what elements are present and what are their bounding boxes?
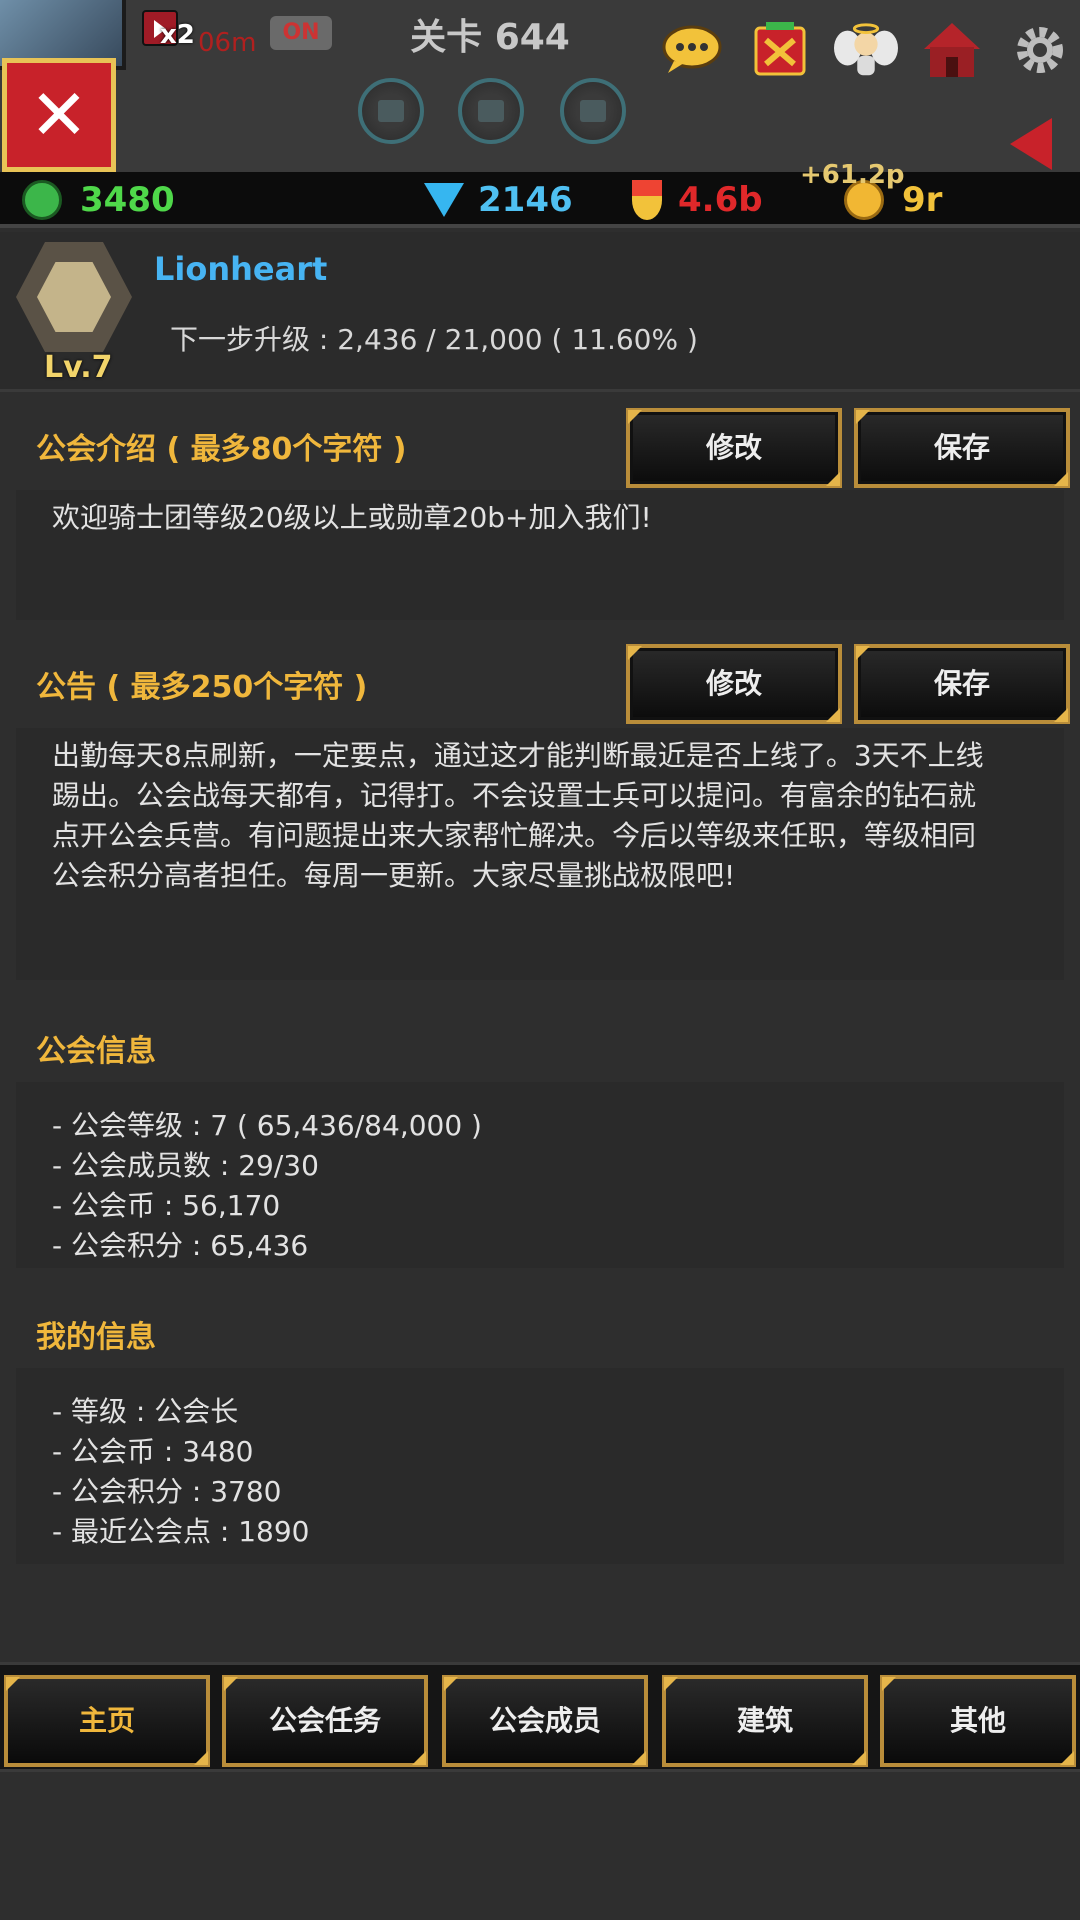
intro-save-button[interactable]: 保存	[854, 408, 1070, 488]
top-bar: x2 06m ON 关卡 644 ✕	[0, 0, 1080, 172]
gem-icon	[424, 183, 464, 217]
guild-header: Lv.7 Lionheart 下一步升级 : 2,436 / 21,000 ( …	[0, 232, 1080, 392]
tab-other[interactable]: 其他	[880, 1675, 1076, 1767]
notice-line: 公会积分高者担任。每周一更新。大家尽量挑战极限吧!	[52, 859, 736, 892]
notice-save-button[interactable]: 保存	[854, 644, 1070, 724]
house-icon[interactable]	[920, 18, 984, 82]
guild-info-line: - 公会成员数 : 29/30	[52, 1149, 319, 1182]
tab-guild-members[interactable]: 公会成员	[442, 1675, 648, 1767]
my-info-line: - 公会币 : 3480	[52, 1435, 254, 1468]
my-info-line: - 最近公会点 : 1890	[52, 1515, 310, 1548]
notice-text: 出勤每天8点刷新，一定要点，通过这才能判断最近是否上线了。3天不上线 踢出。公会…	[52, 736, 1052, 896]
stage-label: 关卡 644	[410, 17, 570, 58]
resource-bar: 3480 2146 4.6b 9r	[0, 172, 1080, 228]
medal-counter: 4.6b	[632, 172, 763, 228]
guild-progress: 下一步升级 : 2,436 / 21,000 ( 11.60% )	[170, 323, 698, 356]
notice-line: 踢出。公会战每天都有，记得打。不会设置士兵可以提问。有富余的钻石就	[52, 779, 977, 812]
coin-icon	[22, 180, 62, 220]
bottom-tab-bar: 主页 公会任务 公会成员 建筑 其他	[0, 1662, 1080, 1772]
speed-timer: 06m	[198, 28, 257, 58]
guild-info-line: - 公会币 : 56,170	[52, 1189, 281, 1222]
medal-value: 4.6b	[678, 180, 763, 220]
guild-level: Lv.7	[44, 350, 113, 385]
gear-icon[interactable]	[1008, 18, 1072, 82]
notice-title: 公告 ( 最多250个字符 )	[36, 670, 368, 705]
coin-value: 3480	[80, 180, 175, 220]
intro-title: 公会介绍 ( 最多80个字符 )	[36, 432, 407, 467]
medal-icon	[632, 180, 662, 220]
close-button[interactable]: ✕	[2, 58, 116, 172]
speed-multiplier: x2	[160, 20, 195, 50]
chat-icon[interactable]	[660, 18, 724, 82]
gold-value: 9r	[902, 180, 943, 220]
gem-value: 2146	[478, 180, 573, 220]
coin-counter: 3480	[22, 172, 175, 228]
intro-edit-button[interactable]: 修改	[626, 408, 842, 488]
notice-edit-button[interactable]: 修改	[626, 644, 842, 724]
knight-slot-icon[interactable]	[560, 78, 626, 144]
my-info-title: 我的信息	[36, 1320, 156, 1355]
intro-text: 欢迎骑士团等级20级以上或勋章20b+加入我们!	[52, 501, 652, 534]
guild-info-title: 公会信息	[36, 1034, 156, 1069]
collapse-arrow-icon[interactable]	[1010, 118, 1052, 170]
angel-icon[interactable]	[834, 18, 898, 82]
notice-line: 出勤每天8点刷新，一定要点，通过这才能判断最近是否上线了。3天不上线	[52, 739, 984, 772]
guild-info-line: - 公会等级 : 7 ( 65,436/84,000 )	[52, 1109, 482, 1142]
guild-emblem-icon	[16, 242, 132, 352]
guild-screen: x2 06m ON 关卡 644 ✕ 3480 2146 4.6b 9r +61…	[0, 0, 1080, 1920]
my-info-line: - 等级 : 公会长	[52, 1395, 239, 1428]
guild-info-line: - 公会积分 : 65,436	[52, 1229, 309, 1262]
tab-buildings[interactable]: 建筑	[662, 1675, 868, 1767]
bonus-popup: +61.2p	[800, 160, 905, 190]
gem-counter: 2146	[424, 172, 573, 228]
notice-line: 点开公会兵营。有问题提出来大家帮忙解决。今后以等级来任职，等级相同	[52, 819, 977, 852]
my-info-line: - 公会积分 : 3780	[52, 1475, 282, 1508]
tab-home[interactable]: 主页	[4, 1675, 210, 1767]
tab-guild-quests[interactable]: 公会任务	[222, 1675, 428, 1767]
knight-slot-icon[interactable]	[458, 78, 524, 144]
crossed-flag-icon[interactable]	[748, 18, 812, 82]
auto-toggle[interactable]: ON	[270, 16, 332, 50]
knight-slot-icon[interactable]	[358, 78, 424, 144]
guild-name: Lionheart	[154, 250, 328, 288]
